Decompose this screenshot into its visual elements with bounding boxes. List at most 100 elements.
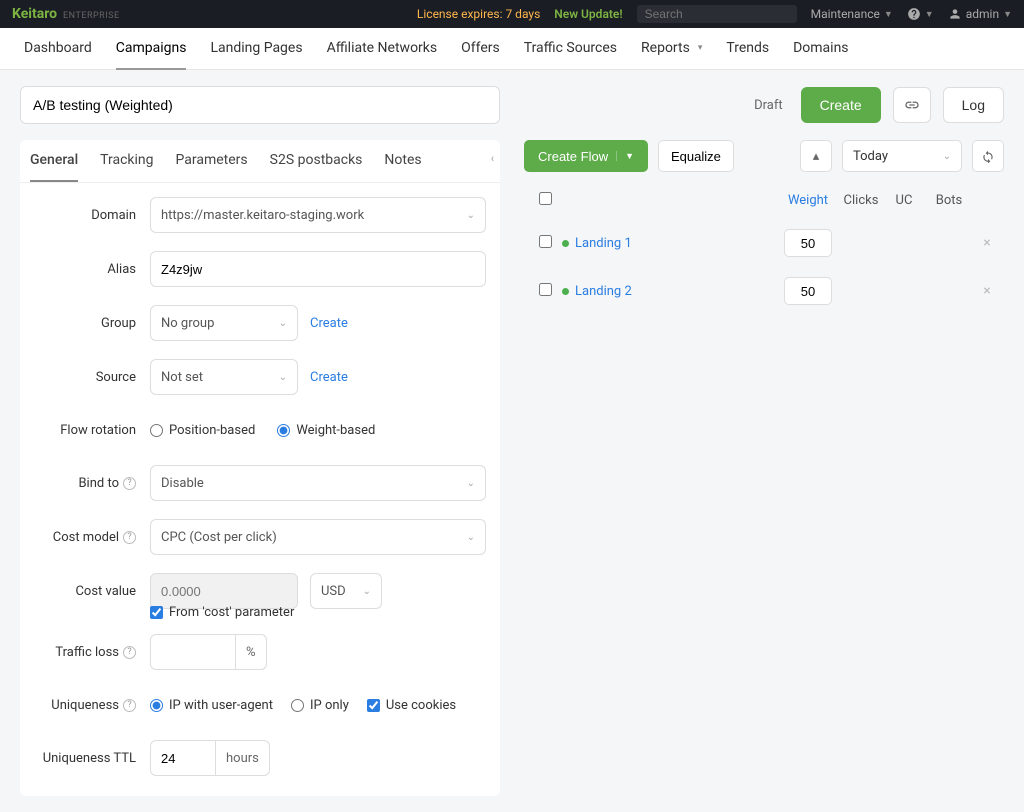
new-update-link[interactable]: New Update! <box>554 7 622 21</box>
chevron-down-icon: ⌄ <box>467 210 475 221</box>
status-dot-icon <box>562 288 569 295</box>
tab-parameters[interactable]: Parameters <box>176 140 248 182</box>
nav-landing-pages[interactable]: Landing Pages <box>210 28 302 70</box>
flow-header-row: Weight Clicks UC Bots <box>524 186 1004 219</box>
chevron-down-icon: ▼ <box>616 151 634 161</box>
settings-tabs: General Tracking Parameters S2S postback… <box>20 140 500 183</box>
refresh-button[interactable] <box>972 140 1004 172</box>
alias-label: Alias <box>34 262 150 277</box>
col-clicks: Clicks <box>838 193 884 208</box>
rotation-label: Flow rotation <box>34 423 150 438</box>
uniq-ip-ua-radio[interactable]: IP with user-agent <box>150 698 273 713</box>
traffic-loss-input[interactable] <box>150 634 236 670</box>
bind-label: Bind to ? <box>34 476 150 491</box>
group-label: Group <box>34 316 150 331</box>
chevron-down-icon: ⌄ <box>279 318 287 329</box>
help-menu[interactable]: ▼ <box>907 7 934 21</box>
help-icon[interactable]: ? <box>123 699 136 712</box>
alias-input[interactable] <box>150 251 486 287</box>
nav-affiliate-networks[interactable]: Affiliate Networks <box>327 28 438 70</box>
delete-row-button[interactable]: × <box>983 235 990 251</box>
source-label: Source <box>34 370 150 385</box>
main-nav: Dashboard Campaigns Landing Pages Affili… <box>0 28 1024 70</box>
source-select[interactable]: Not set ⌄ <box>150 359 298 395</box>
rotation-position-radio[interactable]: Position-based <box>150 423 255 438</box>
domain-select[interactable]: https://master.keitaro-staging.work ⌄ <box>150 197 486 233</box>
cost-value-label: Cost value <box>34 584 150 599</box>
nav-dashboard[interactable]: Dashboard <box>24 28 92 70</box>
topbar-right: License expires: 7 days New Update! Main… <box>417 5 1012 23</box>
delete-row-button[interactable]: × <box>983 283 990 299</box>
nav-trends[interactable]: Trends <box>726 28 769 70</box>
campaign-header-row: Draft Create Log <box>20 86 1004 124</box>
domain-label: Domain <box>34 208 150 223</box>
nav-reports[interactable]: Reports▾ <box>641 28 702 70</box>
ttl-input[interactable] <box>150 740 216 776</box>
help-icon <box>907 7 921 21</box>
link-button[interactable] <box>893 87 931 123</box>
draft-status: Draft <box>754 98 783 113</box>
flows-panel: Create Flow ▼ Equalize ▴ Today ⌄ <box>524 140 1004 315</box>
tab-s2s[interactable]: S2S postbacks <box>270 140 363 182</box>
user-menu[interactable]: admin ▼ <box>948 7 1012 21</box>
period-select[interactable]: Today ⌄ <box>842 140 962 172</box>
help-icon[interactable]: ? <box>123 646 136 659</box>
use-cookies-check[interactable]: Use cookies <box>367 698 456 713</box>
flow-table: Weight Clicks UC Bots Landing 1 <box>524 186 1004 315</box>
nav-offers[interactable]: Offers <box>461 28 500 70</box>
equalize-button[interactable]: Equalize <box>658 140 734 172</box>
flow-name-link[interactable]: Landing 2 <box>562 284 778 299</box>
create-flow-button[interactable]: Create Flow ▼ <box>524 140 648 172</box>
campaign-name-input[interactable] <box>20 86 500 124</box>
log-button[interactable]: Log <box>943 87 1004 123</box>
flow-row: Landing 1 × <box>524 219 1004 267</box>
ttl-label: Uniqueness TTL <box>34 751 150 766</box>
sort-toggle[interactable]: ▴ <box>800 140 832 172</box>
chevron-down-icon: ▼ <box>884 9 893 20</box>
cost-model-label: Cost model ? <box>34 530 150 545</box>
tab-tracking[interactable]: Tracking <box>100 140 153 182</box>
create-button[interactable]: Create <box>801 87 881 123</box>
brand-name: Keitaro <box>12 6 57 22</box>
group-create-link[interactable]: Create <box>310 316 348 331</box>
flows-toolbar: Create Flow ▼ Equalize ▴ Today ⌄ <box>524 140 1004 172</box>
help-icon[interactable]: ? <box>123 531 136 544</box>
weight-input[interactable] <box>784 277 832 305</box>
status-dot-icon <box>562 240 569 247</box>
help-icon[interactable]: ? <box>123 477 136 490</box>
weight-input[interactable] <box>784 229 832 257</box>
settings-panel: General Tracking Parameters S2S postback… <box>20 140 500 796</box>
chevron-down-icon: ▼ <box>925 9 934 20</box>
currency-select[interactable]: USD ⌄ <box>310 573 382 609</box>
brand: Keitaro ENTERPRISE <box>12 6 120 22</box>
general-form: Domain https://master.keitaro-staging.wo… <box>20 183 500 796</box>
nav-campaigns[interactable]: Campaigns <box>116 28 187 70</box>
nav-domains[interactable]: Domains <box>793 28 848 70</box>
flow-name-link[interactable]: Landing 1 <box>562 236 778 251</box>
rotation-weight-radio[interactable]: Weight-based <box>277 423 375 438</box>
group-select[interactable]: No group ⌄ <box>150 305 298 341</box>
col-weight[interactable]: Weight <box>778 193 838 208</box>
col-bots: Bots <box>924 193 974 208</box>
row-check[interactable] <box>539 235 552 248</box>
col-uc: UC <box>884 193 924 208</box>
cost-model-select[interactable]: CPC (Cost per click) ⌄ <box>150 519 486 555</box>
tab-notes[interactable]: Notes <box>384 140 421 182</box>
search-input[interactable] <box>645 7 800 21</box>
source-create-link[interactable]: Create <box>310 370 348 385</box>
refresh-icon <box>981 149 995 163</box>
chevron-down-icon: ⌄ <box>943 151 951 162</box>
maintenance-menu[interactable]: Maintenance ▼ <box>811 7 893 21</box>
cost-value-input <box>150 573 298 609</box>
license-expiry: License expires: 7 days <box>417 7 540 21</box>
select-all-check[interactable] <box>539 192 552 205</box>
ttl-unit: hours <box>216 740 270 776</box>
collapse-toggle[interactable]: ‹ <box>491 152 494 165</box>
nav-traffic-sources[interactable]: Traffic Sources <box>524 28 617 70</box>
global-search[interactable] <box>637 5 797 23</box>
bind-select[interactable]: Disable ⌄ <box>150 465 486 501</box>
user-icon <box>948 7 962 21</box>
row-check[interactable] <box>539 283 552 296</box>
tab-general[interactable]: General <box>30 140 78 182</box>
uniq-ip-only-radio[interactable]: IP only <box>291 698 349 713</box>
